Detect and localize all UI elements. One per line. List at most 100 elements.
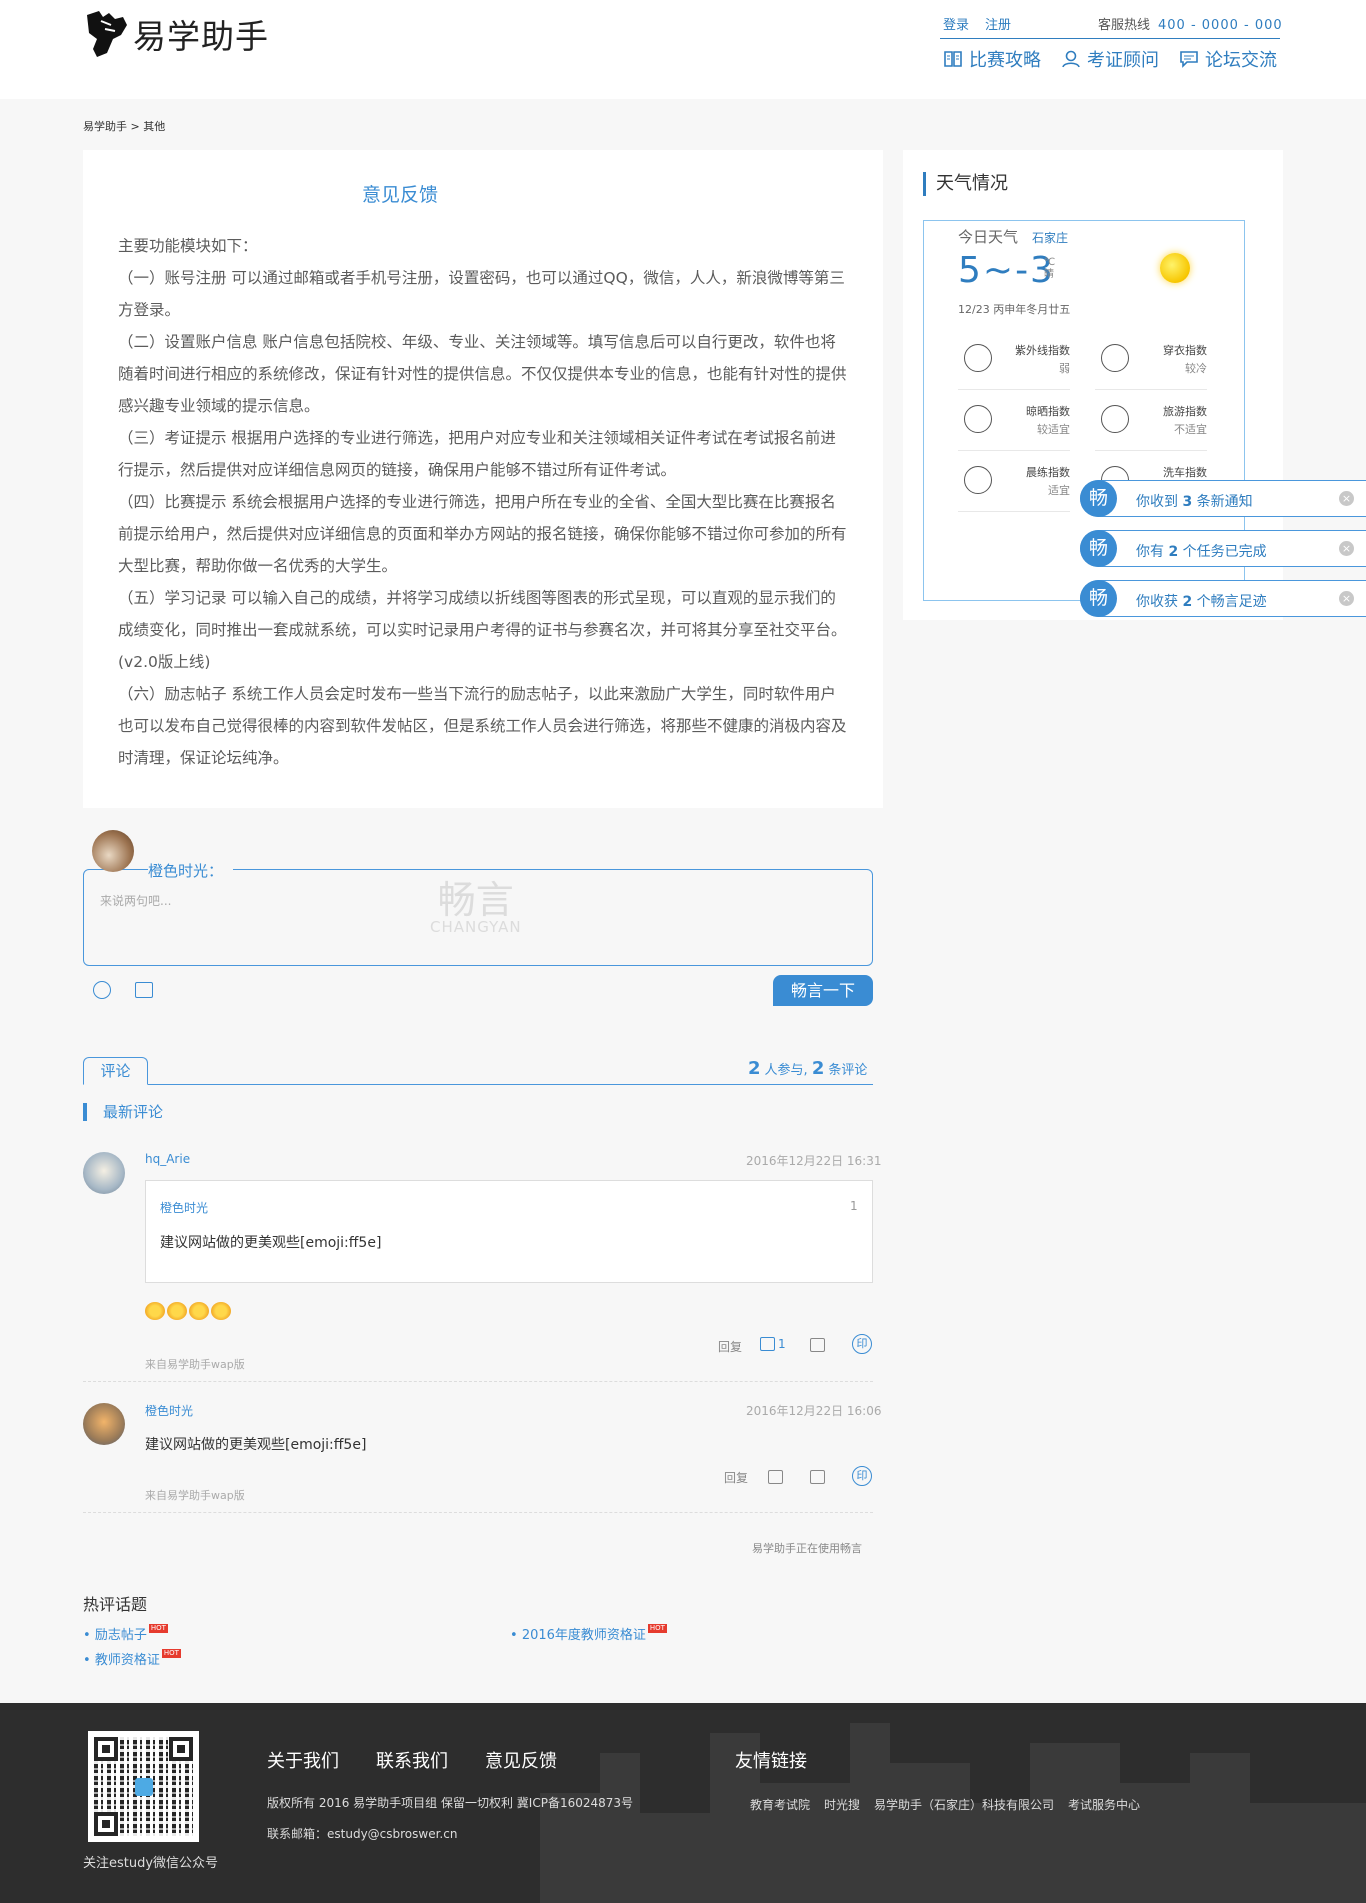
comment-time: 2016年12月22日 16:31 bbox=[746, 1154, 882, 1168]
footer-link-contact[interactable]: 联系我们 bbox=[376, 1747, 448, 1773]
comment-text: 建议网站做的更美观些[emoji:ff5e] bbox=[145, 1437, 367, 1453]
book-icon bbox=[944, 51, 962, 67]
site-logo[interactable]: 易学助手 bbox=[83, 11, 269, 57]
site-footer bbox=[0, 1703, 1366, 1903]
tab-comments[interactable]: 评论 bbox=[83, 1057, 148, 1085]
weather-index-dress: 穿衣指数 较冷 bbox=[1095, 330, 1207, 390]
qr-corner bbox=[169, 1737, 193, 1761]
skyline-decoration bbox=[890, 1763, 970, 1903]
quote-floor: 1 bbox=[850, 1199, 858, 1213]
toast-count: 2 bbox=[1168, 544, 1179, 560]
copyright: 版权所有 2016 易学助手项目组 保留一切权利 冀ICP备16024873号 bbox=[267, 1796, 634, 1810]
hotline-label: 客服热线 bbox=[1098, 18, 1151, 33]
nav-item-forum[interactable]: 论坛交流 bbox=[1179, 46, 1277, 72]
comment-author[interactable]: hq_Arie bbox=[145, 1152, 190, 1166]
footer-link-feedback[interactable]: 意见反馈 bbox=[485, 1747, 557, 1773]
submit-comment-button[interactable]: 畅言一下 bbox=[773, 975, 873, 1006]
weather-condition: 晴 bbox=[1044, 269, 1054, 280]
notification-toast[interactable]: 畅 你收到 3 条新通知 × bbox=[1080, 480, 1366, 517]
quote-author[interactable]: 橙色时光 bbox=[160, 1199, 208, 1216]
friend-link[interactable]: 教育考试院 bbox=[750, 1796, 810, 1813]
reply-button[interactable]: 回复 bbox=[718, 1338, 742, 1355]
index-name: 穿衣指数 bbox=[1163, 344, 1207, 357]
toast-pre: 你有 bbox=[1136, 544, 1164, 560]
weather-today-label: 今日天气 bbox=[958, 228, 1019, 246]
avatar[interactable] bbox=[83, 1403, 125, 1445]
index-name: 晨练指数 bbox=[1026, 466, 1070, 479]
article-body: 主要功能模块如下： （一）账号注册 可以通过邮箱或者手机号注册，设置密码，也可以… bbox=[118, 230, 848, 774]
index-name: 紫外线指数 bbox=[1015, 344, 1070, 357]
index-value: 弱 bbox=[1059, 362, 1070, 375]
nav-item-certificate[interactable]: 考证顾问 bbox=[1061, 46, 1159, 72]
breadcrumb-current: 其他 bbox=[143, 120, 166, 133]
tab-divider bbox=[83, 1084, 873, 1085]
hot-topic-label: 2016年度教师资格证 bbox=[521, 1628, 646, 1643]
like-count: 1 bbox=[778, 1337, 786, 1351]
comment-placeholder: 来说两句吧... bbox=[100, 894, 172, 908]
close-icon[interactable]: × bbox=[1339, 591, 1354, 606]
friend-links: 教育考试院 时光搜 易学助手（石家庄）科技有限公司 考试服务中心 bbox=[750, 1796, 1140, 1813]
index-value: 适宜 bbox=[1048, 484, 1070, 497]
thumbs-down-icon[interactable] bbox=[810, 1338, 825, 1352]
thumbs-down-icon[interactable] bbox=[810, 1470, 825, 1484]
hot-topics-title: 热评话题 bbox=[83, 1595, 148, 1614]
comment-author[interactable]: 橙色时光 bbox=[145, 1402, 193, 1419]
toast-post: 条新通知 bbox=[1196, 494, 1253, 510]
register-link[interactable]: 注册 bbox=[985, 18, 1011, 33]
temperature-unit: ℃ bbox=[1044, 257, 1056, 268]
thumbs-up-icon[interactable] bbox=[768, 1470, 783, 1484]
changyan-avatar: 畅 bbox=[1080, 580, 1117, 617]
login-link[interactable]: 登录 bbox=[943, 18, 969, 33]
weather-index-drying: 晾晒指数 较适宜 bbox=[958, 391, 1070, 451]
toast-text: 你有 2 个任务已完成 bbox=[1136, 541, 1267, 561]
avatar[interactable] bbox=[92, 830, 134, 872]
notification-toast[interactable]: 畅 你收获 2 个畅言足迹 × bbox=[1080, 580, 1366, 617]
friend-link[interactable]: 易学助手（石家庄）科技有限公司 bbox=[874, 1796, 1054, 1813]
index-value: 较冷 bbox=[1185, 362, 1207, 375]
ball-icon bbox=[964, 466, 992, 494]
breadcrumb-home[interactable]: 易学助手 bbox=[83, 120, 127, 133]
article-paragraph: （二）设置账户信息 账户信息包括院校、年级、专业、关注领域等。填写信息后可以自行… bbox=[118, 333, 847, 415]
article-paragraph: 主要功能模块如下： bbox=[118, 237, 258, 255]
article-paragraph: （三）考证提示 根据用户选择的专业进行筛选，把用户对应专业和关注领域相关证件考试… bbox=[118, 429, 836, 479]
toast-count: 3 bbox=[1182, 494, 1193, 510]
hot-topic-link[interactable]: 2016年度教师资格证HOT bbox=[510, 1624, 667, 1643]
hot-topic-link[interactable]: 教师资格证HOT bbox=[83, 1649, 181, 1668]
reply-button[interactable]: 回复 bbox=[724, 1469, 748, 1486]
hot-topic-label: 励志帖子 bbox=[94, 1628, 147, 1643]
skyline-decoration bbox=[1190, 1753, 1250, 1903]
close-icon[interactable]: × bbox=[1339, 541, 1354, 556]
skyline-decoration bbox=[970, 1803, 1030, 1903]
nav-item-competition[interactable]: 比赛攻略 bbox=[943, 46, 1041, 72]
qr-corner bbox=[94, 1812, 118, 1836]
weather-index-travel: 旅游指数 不适宜 bbox=[1095, 391, 1207, 451]
friend-link[interactable]: 考试服务中心 bbox=[1068, 1796, 1140, 1813]
footer-link-about[interactable]: 关于我们 bbox=[267, 1747, 339, 1773]
friend-link[interactable]: 时光搜 bbox=[824, 1796, 860, 1813]
header-divider bbox=[940, 38, 1280, 39]
skyline-decoration bbox=[850, 1723, 890, 1903]
breadcrumb-separator: > bbox=[130, 120, 140, 133]
footer-links: 关于我们 联系我们 意见反馈 bbox=[267, 1747, 557, 1773]
main-nav: 比赛攻略 考证顾问 论坛交流 bbox=[943, 46, 1277, 72]
toast-pre: 你收到 bbox=[1136, 494, 1178, 510]
powered-by[interactable]: 易学助手正在使用畅言 bbox=[752, 1540, 862, 1556]
plane-icon bbox=[1101, 405, 1129, 433]
image-icon[interactable] bbox=[135, 982, 153, 998]
qr-caption: 关注estudy微信公众号 bbox=[83, 1856, 219, 1871]
emoji-icon bbox=[167, 1302, 187, 1320]
article-paragraph: （四）比赛提示 系统会根据用户选择的专业进行筛选，把用户所在专业的全省、全国大型… bbox=[118, 493, 847, 575]
weather-city[interactable]: 石家庄 bbox=[1032, 229, 1068, 246]
avatar[interactable] bbox=[83, 1152, 125, 1194]
changyan-avatar: 畅 bbox=[1080, 530, 1117, 567]
quote-text: 建议网站做的更美观些[emoji:ff5e] bbox=[160, 1235, 382, 1251]
hot-topic-link[interactable]: 励志帖子HOT bbox=[83, 1624, 168, 1643]
like-button[interactable]: 1 bbox=[760, 1337, 786, 1351]
close-icon[interactable]: × bbox=[1339, 491, 1354, 506]
notification-toast[interactable]: 畅 你有 2 个任务已完成 × bbox=[1080, 530, 1366, 567]
share-icon[interactable]: 印 bbox=[852, 1334, 872, 1354]
index-value: 较适宜 bbox=[1037, 423, 1070, 436]
share-icon[interactable]: 印 bbox=[852, 1466, 872, 1486]
emoji-icon bbox=[189, 1302, 209, 1320]
emoji-icon[interactable] bbox=[93, 981, 111, 999]
